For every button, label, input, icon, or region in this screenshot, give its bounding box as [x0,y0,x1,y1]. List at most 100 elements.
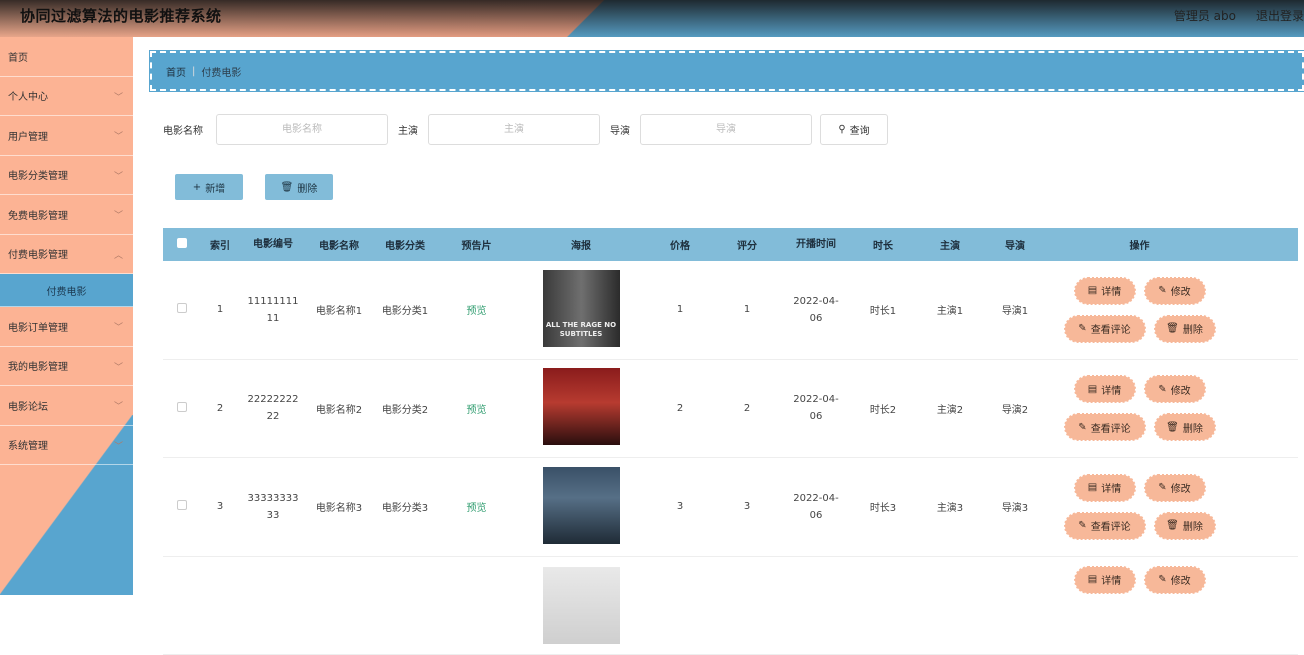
row-checkbox[interactable] [177,303,187,313]
preview-link[interactable]: 预览 [439,401,514,416]
movie-table: 索引 电影编号 电影名称 电影分类 预告片 海报 价格 评分 开播时间 时长 主… [163,228,1298,655]
comments-label: 查看评论 [1091,420,1131,435]
sidebar-item-label: 电影分类管理 [8,167,68,182]
comments-label: 查看评论 [1091,321,1131,336]
cell-poster [514,368,648,448]
sidebar-item-free-movies[interactable]: 免费电影管理﹀ [0,195,133,235]
table-row: ▤详情 ✎修改 [163,557,1298,655]
cell-duration: 时长1 [850,302,916,317]
search-button[interactable]: ⚲ 查询 [820,114,888,145]
detail-button[interactable]: ▤详情 [1075,567,1135,593]
detail-icon: ▤ [1088,285,1097,296]
poster-image [543,467,620,544]
sidebar-item-label: 系统管理 [8,437,48,452]
sidebar-item-label: 电影订单管理 [8,319,68,334]
cell-score: 1 [712,304,782,315]
table-row: 3 3333333333 电影名称3 电影分类3 预览 3 3 2022-04-… [163,458,1298,557]
row-delete-label: 删除 [1183,420,1203,435]
th-score: 评分 [712,237,782,252]
cell-date: 2022-04-06 [782,293,850,327]
comment-icon: ✎ [1078,323,1086,334]
preview-link[interactable]: 预览 [439,302,514,317]
sidebar-item-orders[interactable]: 电影订单管理 ﹀ [0,307,133,347]
row-select-cell [163,500,201,513]
sidebar-item-users[interactable]: 用户管理 ﹀ [0,116,133,156]
edit-label: 修改 [1171,572,1191,587]
select-all-checkbox[interactable] [177,238,187,248]
edit-label: 修改 [1171,283,1191,298]
cell-name: 电影名称2 [307,401,371,416]
sidebar-item-label: 首页 [8,49,28,64]
comments-label: 查看评论 [1091,518,1131,533]
delete-button[interactable]: 🗑 删除 [265,174,333,200]
cell-no: 1111111111 [239,293,307,327]
pencil-icon: ✎ [1158,482,1166,493]
detail-icon: ▤ [1088,482,1097,493]
row-checkbox[interactable] [177,500,187,510]
comments-button[interactable]: ✎ 查看评论 [1065,414,1145,440]
sidebar-item-profile[interactable]: 个人中心﹀ [0,77,133,117]
cell-name: 电影名称1 [307,302,371,317]
row-delete-button[interactable]: 🗑删除 [1155,316,1215,342]
chevron-down-icon: ﹀ [114,320,123,333]
sidebar-item-system[interactable]: 系统管理﹀ [0,426,133,466]
cell-price: 1 [648,304,712,315]
th-category: 电影分类 [371,237,439,252]
row-checkbox[interactable] [177,402,187,412]
edit-button[interactable]: ✎修改 [1145,376,1205,402]
detail-button[interactable]: ▤详情 [1075,376,1135,402]
sidebar-item-categories[interactable]: 电影分类管理 ﹀ [0,156,133,196]
cell-poster: ALL THE RAGE NO SUBTITLES [514,270,648,350]
app-title: 协同过滤算法的电影推荐系统 [20,5,222,26]
search-bar: 电影名称 主演 导演 ⚲ 查询 [163,114,888,145]
name-label: 电影名称 [163,122,216,137]
chevron-up-icon: ︿ [114,248,123,261]
edit-button[interactable]: ✎修改 [1145,475,1205,501]
th-no: 电影编号 [239,236,307,253]
edit-button[interactable]: ✎ 修改 [1145,278,1205,304]
sidebar-item-forum[interactable]: 电影论坛﹀ [0,386,133,426]
poster-text: ALL THE RAGE NO SUBTITLES [543,321,620,339]
sidebar-item-label: 用户管理 [8,128,48,143]
pencil-icon: ✎ [1158,285,1166,296]
sidebar-item-label: 免费电影管理 [8,207,68,222]
name-search-input[interactable] [216,114,388,145]
row-delete-button[interactable]: 🗑删除 [1155,414,1215,440]
logout-link[interactable]: 退出登录 [1256,7,1304,24]
row-select-cell [163,303,201,316]
sidebar-subitem-paid-movie[interactable]: 付费电影 [0,274,133,307]
comment-icon: ✎ [1078,422,1086,433]
th-star: 主演 [916,237,984,252]
cell-price: 2 [648,403,712,414]
director-search-input[interactable] [640,114,812,145]
cell-index: 2 [201,403,239,414]
edit-button[interactable]: ✎修改 [1145,567,1205,593]
add-button[interactable]: + 新增 [175,174,243,200]
table-row: 2 2222222222 电影名称2 电影分类2 预览 2 2 2022-04-… [163,360,1298,459]
top-header: 协同过滤算法的电影推荐系统 管理员 abo 退出登录 [0,0,1304,37]
header-right: 管理员 abo 退出登录 [1174,7,1304,24]
chevron-down-icon: ﹀ [114,129,123,142]
sidebar-item-my-movies[interactable]: 我的电影管理﹀ [0,347,133,387]
star-search-input[interactable] [428,114,600,145]
comments-button[interactable]: ✎ 查看评论 [1065,316,1145,342]
sidebar-item-paid-movies[interactable]: 付费电影管理︿ [0,235,133,275]
detail-button[interactable]: ▤详情 [1075,278,1135,304]
sidebar-item-home[interactable]: 首页 [0,37,133,77]
th-ops: 操作 [1046,237,1233,252]
chevron-down-icon: ﹀ [114,169,123,182]
sidebar-item-label: 付费电影 [47,283,87,298]
comments-button[interactable]: ✎查看评论 [1065,513,1145,539]
row-delete-button[interactable]: 🗑删除 [1155,513,1215,539]
preview-link[interactable]: 预览 [439,499,514,514]
detail-label: 详情 [1101,382,1121,397]
cell-no: 2222222222 [239,391,307,425]
cell-category: 电影分类1 [371,302,439,317]
table-row: 1 1111111111 电影名称1 电影分类1 预览 ALL THE RAGE… [163,261,1298,360]
detail-button[interactable]: ▤详情 [1075,475,1135,501]
poster-image: ALL THE RAGE NO SUBTITLES [543,270,620,347]
sidebar: 首页 个人中心﹀ 用户管理﹀ 电影分类管理﹀ 免费电影管理﹀ 付费电影管理︿ 付… [0,37,133,595]
search-button-label: 查询 [850,122,870,137]
poster-image [543,368,620,445]
breadcrumb-home[interactable]: 首页 [166,64,186,79]
